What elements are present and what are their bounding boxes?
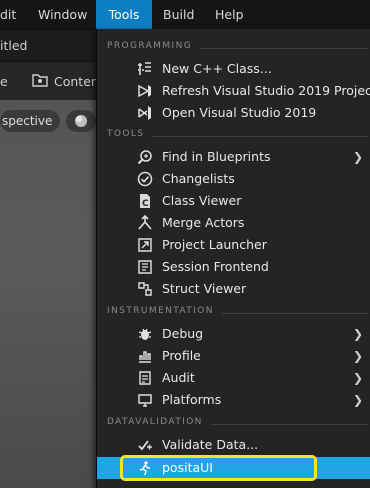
menu-item-validate-data[interactable]: Validate Data... <box>97 434 370 456</box>
menu-help[interactable]: Help <box>215 0 244 29</box>
validate-icon <box>137 437 153 453</box>
menu-item-merge-actors[interactable]: Merge Actors <box>97 212 370 234</box>
refresh-icon <box>137 83 153 99</box>
class-viewer-icon: C <box>137 193 153 209</box>
tools-dropdown-menu: PROGRAMMING New C++ Class... Refresh Vis… <box>96 29 370 488</box>
menu-item-project-launcher[interactable]: Project Launcher <box>97 234 370 256</box>
menu-edit[interactable]: dit <box>0 0 22 29</box>
find-icon <box>137 149 153 165</box>
lit-icon <box>74 114 88 128</box>
section-datavalidation: DATAVALIDATION <box>107 415 369 431</box>
menu-item-struct-viewer[interactable]: Struct Viewer <box>97 278 370 300</box>
menu-bar: dit Window Tools Build Help <box>0 0 370 30</box>
submenu-arrow-icon: ❯ <box>352 371 363 385</box>
merge-icon <box>137 215 153 231</box>
menu-item-new-cpp-class[interactable]: New C++ Class... <box>97 58 370 80</box>
menu-item-changelists[interactable]: Changelists <box>97 168 370 190</box>
visual-studio-icon <box>137 105 153 121</box>
toolbar-button-partial[interactable]: e <box>0 74 8 89</box>
new-cpp-class-icon <box>137 61 153 77</box>
menu-item-profile[interactable]: Profile ❯ <box>97 345 370 367</box>
submenu-arrow-icon: ❯ <box>352 349 363 363</box>
menu-tools[interactable]: Tools <box>96 0 152 29</box>
submenu-arrow-icon: ❯ <box>352 393 363 407</box>
lit-mode-button[interactable] <box>66 110 96 132</box>
menu-item-platforms[interactable]: Platforms ❯ <box>97 389 370 411</box>
content-drawer-label[interactable]: Conten <box>54 74 99 89</box>
highlight-outline <box>120 455 317 481</box>
menu-item-session-frontend[interactable]: Session Frontend <box>97 256 370 278</box>
content-drawer-icon <box>32 72 48 88</box>
section-tools: TOOLS <box>107 127 369 143</box>
menu-item-open-visual-studio[interactable]: Open Visual Studio 2019 <box>97 102 370 124</box>
audit-icon <box>137 370 153 386</box>
menu-window[interactable]: Window <box>38 0 87 29</box>
profile-icon <box>137 348 153 364</box>
menu-build[interactable]: Build <box>163 0 194 29</box>
menu-item-debug[interactable]: Debug ❯ <box>97 323 370 345</box>
level-viewport[interactable] <box>0 100 96 488</box>
bug-icon <box>137 326 153 342</box>
perspective-button[interactable]: spective <box>0 110 60 132</box>
check-circle-icon <box>137 171 153 187</box>
section-programming: PROGRAMMING <box>107 39 369 55</box>
svg-text:C: C <box>142 199 149 209</box>
menu-item-audit[interactable]: Audit ❯ <box>97 367 370 389</box>
platforms-icon <box>137 392 153 408</box>
submenu-arrow-icon: ❯ <box>352 150 363 164</box>
launcher-icon <box>137 237 153 253</box>
menu-item-find-in-blueprints[interactable]: Find in Blueprints ❯ <box>97 146 370 168</box>
level-tab-title[interactable]: itled <box>0 38 27 53</box>
section-instrumentation: INSTRUMENTATION <box>107 304 369 320</box>
menu-item-refresh-vs-project[interactable]: Refresh Visual Studio 2019 Project <box>97 80 370 102</box>
session-icon <box>137 259 153 275</box>
struct-icon <box>137 281 153 297</box>
submenu-arrow-icon: ❯ <box>352 327 363 341</box>
menu-item-class-viewer[interactable]: C Class Viewer <box>97 190 370 212</box>
